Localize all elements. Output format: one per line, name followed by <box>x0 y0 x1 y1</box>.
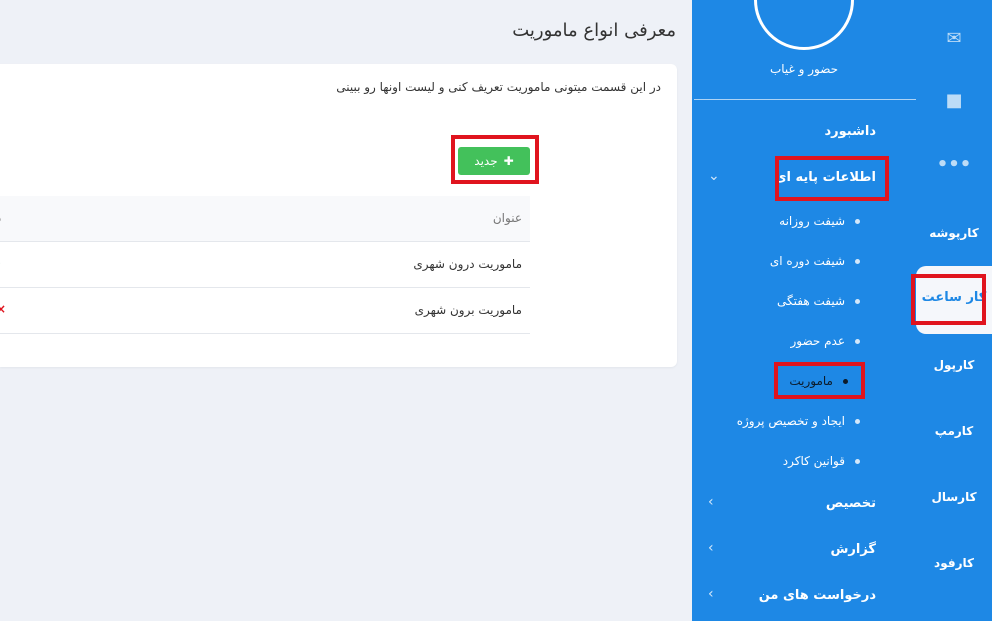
row-title: ماموریت درون شهری <box>413 257 522 271</box>
more-rail-item[interactable]: ••• <box>916 154 992 175</box>
table-row: ماموریت برون شهری × <box>0 288 530 334</box>
card-description: در این قسمت میتونی ماموریت تعریف کنی و ل… <box>336 80 661 94</box>
sidebar-subitem-project[interactable]: ایجاد و تخصیص پروژه <box>737 414 860 428</box>
column-header-title: عنوان <box>492 211 522 225</box>
bullet-icon <box>855 219 860 224</box>
highlight-mission <box>774 362 865 399</box>
table-row: ماموریت درون شهری › <box>0 242 530 288</box>
bullet-icon <box>855 299 860 304</box>
bullet-icon <box>855 259 860 264</box>
mail-icon: ✉ <box>946 28 962 49</box>
sidebar-item-my-requests[interactable]: درخواست های من <box>759 588 876 603</box>
sidebar-subitem-weekly-shift[interactable]: شیفت هفتگی <box>777 294 860 308</box>
sidebar-subitem-label: قوانین کاکرد <box>782 454 845 468</box>
chevron-left-icon[interactable]: ‹ <box>708 586 714 602</box>
sidebar-subitem-label: ایجاد و تخصیص پروژه <box>736 414 845 428</box>
bullet-icon <box>855 419 860 424</box>
highlight-karsaat <box>911 274 986 325</box>
sidebar-subitem-rules[interactable]: قوانین کاکرد <box>783 454 860 468</box>
sidebar-divider <box>694 99 916 100</box>
clock-icon <box>754 0 854 50</box>
sidebar-subitem-label: شیفت روزانه <box>779 214 845 228</box>
sidebar-subitem-periodic-shift[interactable]: شیفت دوره ای <box>770 254 860 268</box>
sidebar-item-dashboard[interactable]: داشبورد <box>824 124 876 139</box>
edit-icon[interactable]: › <box>0 256 1 270</box>
sidebar-subitem-absence[interactable]: عدم حضور <box>790 334 860 348</box>
table-header: عنوان د <box>0 196 530 242</box>
sidebar-brand-label: حضور و غیاب <box>769 62 839 76</box>
rail-item-karpool[interactable]: کارپول <box>916 358 992 372</box>
sidebar-item-report[interactable]: گزارش <box>830 542 876 557</box>
briefcase-rail-item[interactable]: ■ <box>916 90 992 111</box>
column-header-actions: د <box>0 211 1 225</box>
chevron-left-icon[interactable]: ‹ <box>708 494 714 510</box>
sidebar-subitem-label: شیفت دوره ای <box>769 254 845 268</box>
highlight-new-button <box>451 135 539 184</box>
sidebar-subitem-label: شیفت هفتگی <box>777 294 845 308</box>
rail-item-karpooshe[interactable]: کارپوشه <box>916 226 992 240</box>
bullet-icon <box>855 339 860 344</box>
chevron-left-icon[interactable]: ‹ <box>708 540 714 556</box>
delete-icon[interactable]: × <box>0 302 6 316</box>
sidebar-subitem-label: عدم حضور <box>790 334 845 348</box>
rail-item-karfood[interactable]: کارفود <box>916 556 992 570</box>
sidebar: حضور و غیاب داشبورد اطلاعات پایه ای ⌄ شی… <box>692 0 916 621</box>
chevron-down-icon[interactable]: ⌄ <box>708 168 720 184</box>
mail-rail-item[interactable]: ✉ <box>916 28 992 49</box>
sidebar-item-allocation[interactable]: تخصیص <box>826 496 876 511</box>
briefcase-icon: ■ <box>945 90 963 111</box>
highlight-base-info <box>775 156 889 201</box>
row-title: ماموریت برون شهری <box>414 303 522 317</box>
rail-item-karmap[interactable]: کارمپ <box>916 424 992 438</box>
more-icon: ••• <box>936 154 972 175</box>
rail-item-karsal[interactable]: کارسال <box>916 490 992 504</box>
missions-table: عنوان د ماموریت درون شهری › ماموریت برون… <box>0 196 530 334</box>
sidebar-subitem-daily-shift[interactable]: شیفت روزانه <box>779 214 860 228</box>
content-card: در این قسمت میتونی ماموریت تعریف کنی و ل… <box>0 64 677 367</box>
bullet-icon <box>855 459 860 464</box>
page-title: معرفی انواع ماموریت <box>512 20 676 41</box>
